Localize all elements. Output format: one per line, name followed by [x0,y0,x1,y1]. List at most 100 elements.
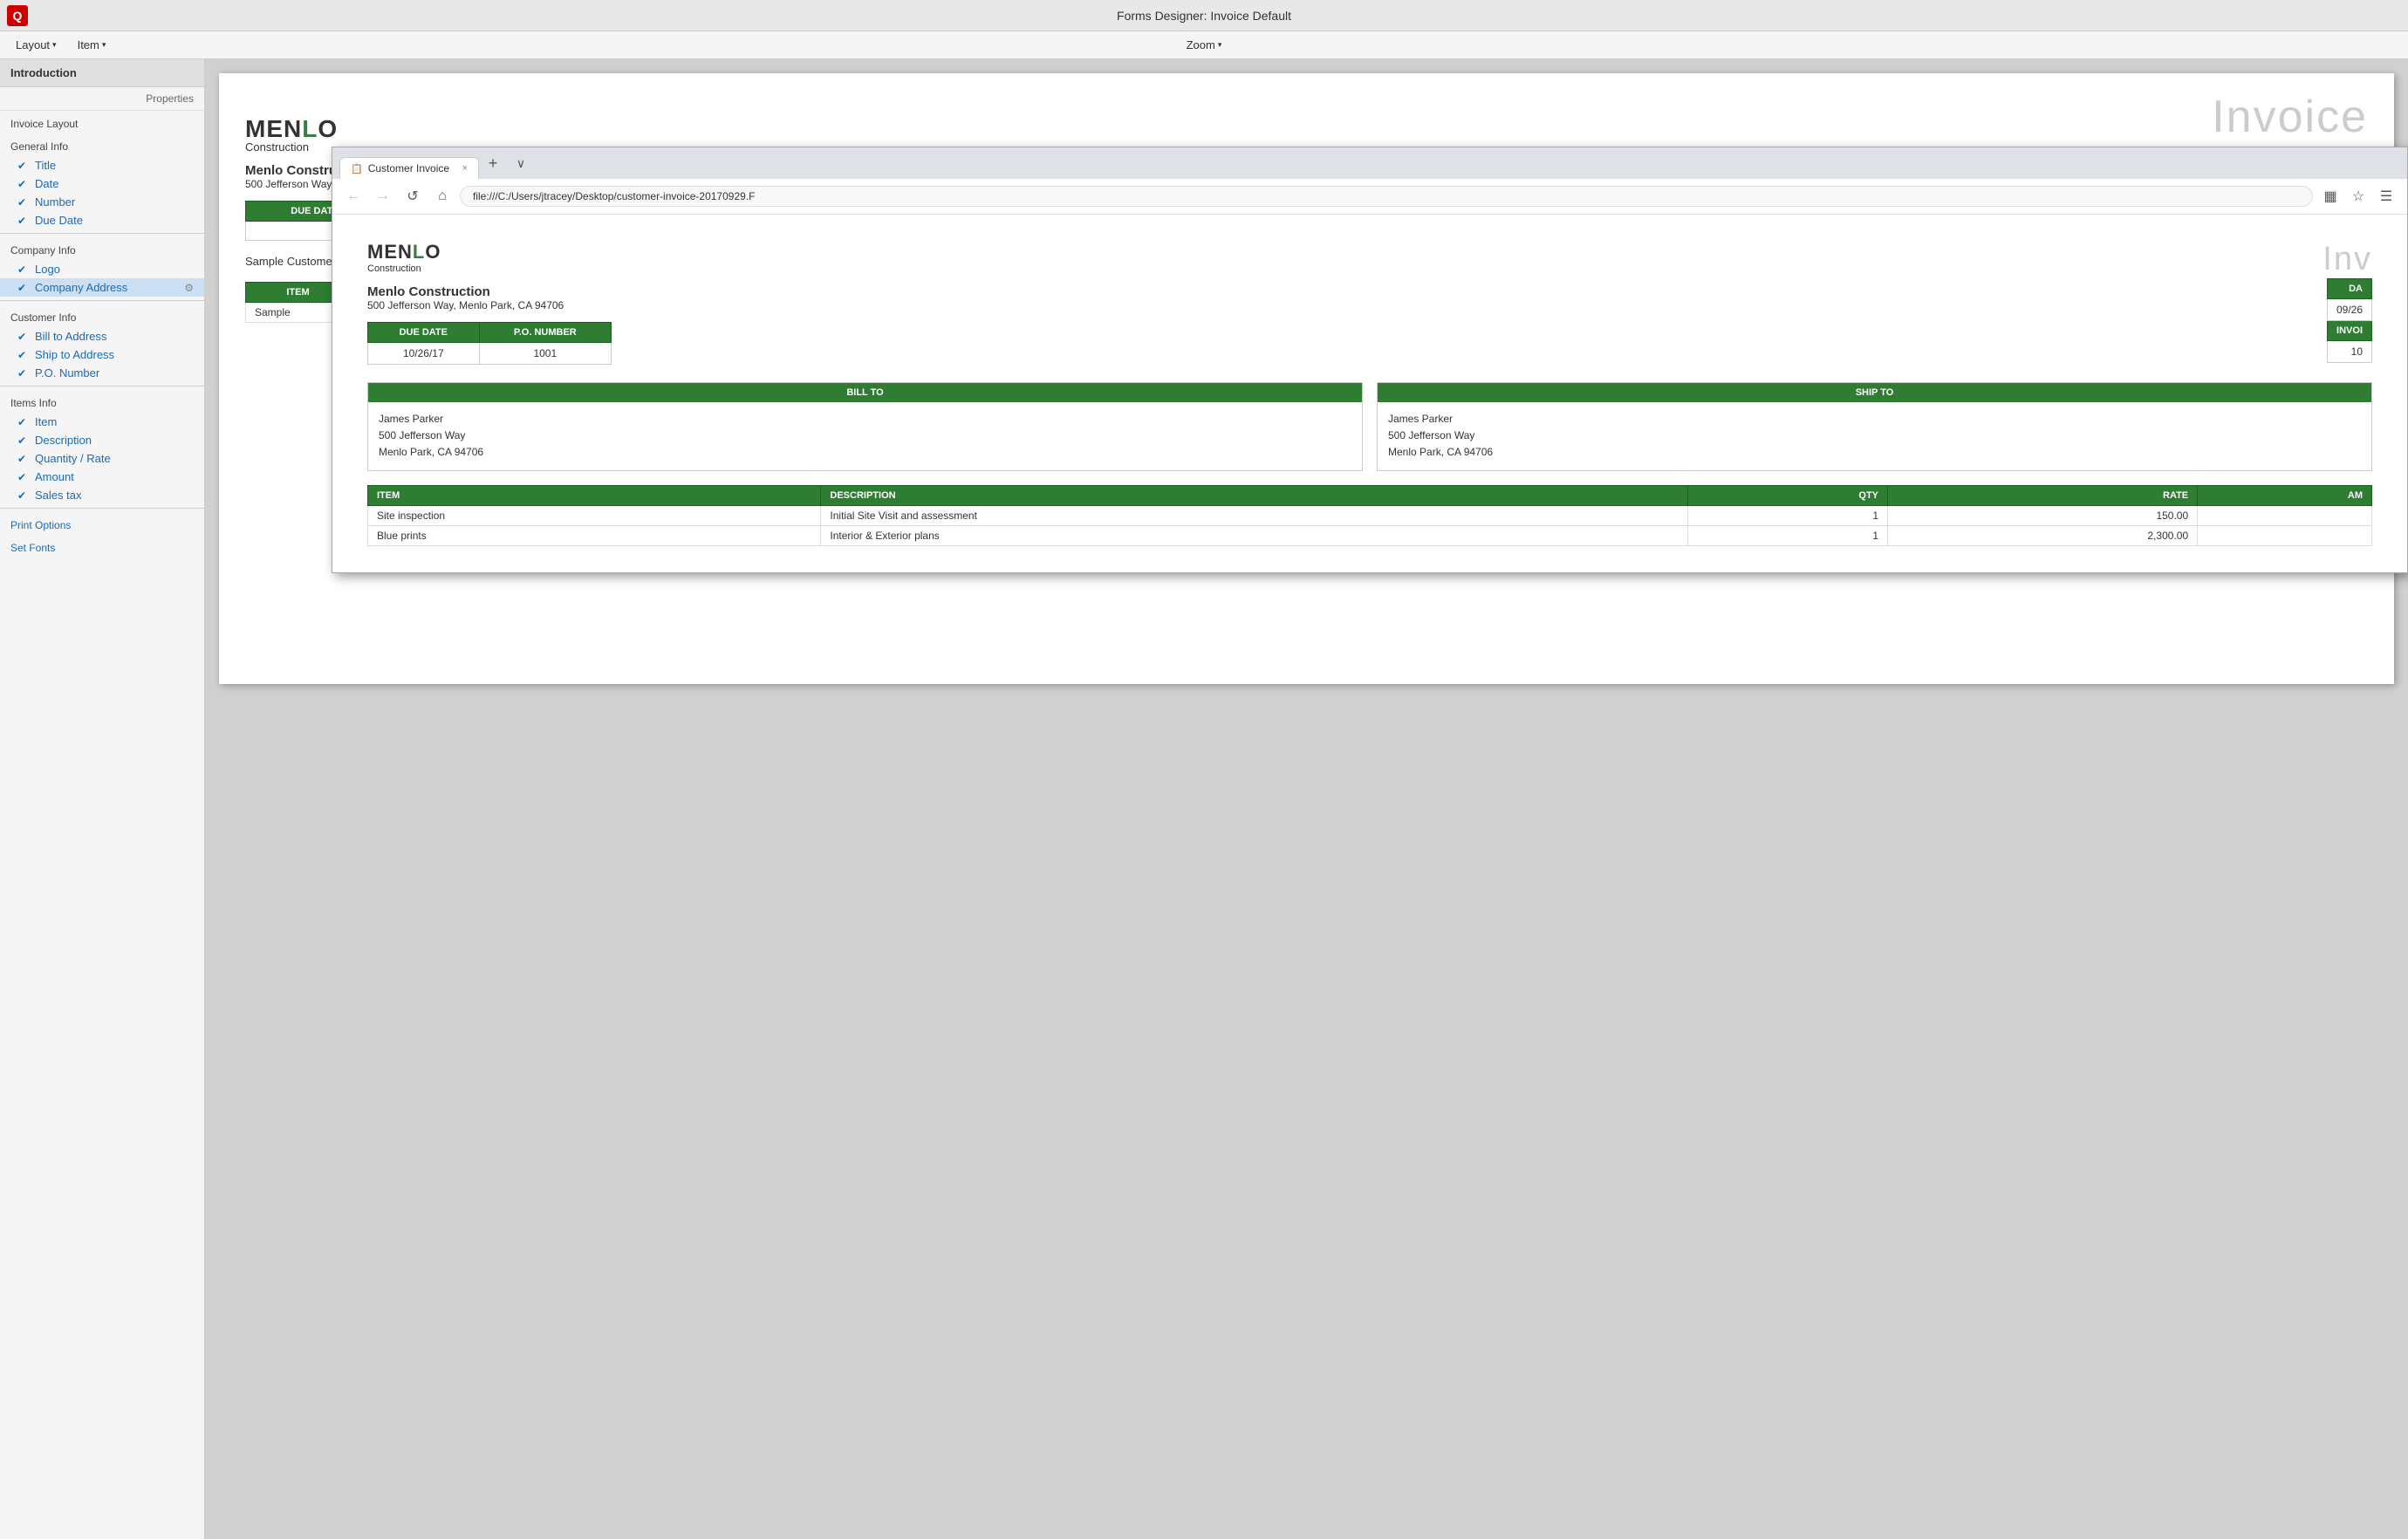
nav-qty-rate[interactable]: ✔ Quantity / Rate [0,449,204,468]
col-description: DESCRIPTION [821,485,1688,505]
ship-to-address2: Menlo Park, CA 94706 [1388,444,2361,461]
check-icon-company-address: ✔ [17,282,30,294]
section-general-info: General Info [0,133,204,156]
col-rate: RATE [1888,485,2198,505]
main-layout: Introduction Properties Invoice Layout G… [0,59,2408,1539]
check-icon-sales-tax: ✔ [17,489,30,502]
settings-button[interactable]: ☰ [2374,184,2398,209]
bill-to-address2: Menlo Park, CA 94706 [379,444,1351,461]
reload-button[interactable]: ↺ [400,184,425,209]
layout-menu[interactable]: Layout ▾ [7,35,65,55]
new-tab-button[interactable]: + [481,151,505,175]
section-invoice-layout: Invoice Layout [0,111,204,133]
col-qty: QTY [1688,485,1888,505]
separator-1 [0,233,204,234]
invoice-title-browser: Inv [2322,241,2372,278]
ship-to-name: James Parker [1388,411,2361,428]
bill-to-address1: 500 Jefferson Way [379,428,1351,444]
separator-4 [0,508,204,509]
left-panel: Introduction Properties Invoice Layout G… [0,59,205,1539]
ship-to-block: SHIP TO James Parker 500 Jefferson Way M… [1377,382,2372,471]
item-menu[interactable]: Item ▾ [69,35,115,55]
section-customer-info: Customer Info [0,304,204,327]
row2-desc: Interior & Exterior plans [821,525,1688,545]
nav-bill-to[interactable]: ✔ Bill to Address [0,327,204,345]
nav-due-date[interactable]: ✔ Due Date [0,211,204,229]
zoom-menu-chevron: ▾ [1218,40,1222,50]
check-icon-po-number: ✔ [17,367,30,380]
check-icon-item: ✔ [17,416,30,428]
forward-button[interactable]: → [371,184,395,209]
section-company-info: Company Info [0,237,204,260]
row2-rate: 2,300.00 [1888,525,2198,545]
browser-tab-active[interactable]: 📋 Customer Invoice × [339,157,479,179]
bill-to-block: BILL TO James Parker 500 Jefferson Way M… [367,382,1363,471]
item-menu-chevron: ▾ [102,40,106,50]
nav-date[interactable]: ✔ Date [0,174,204,193]
due-date-table: DUE DATE P.O. NUMBER 10/26/17 1001 [367,322,612,365]
row1-qty: 1 [1688,505,1888,525]
nav-sales-tax[interactable]: ✔ Sales tax [0,486,204,504]
menu-bar: Layout ▾ Item ▾ Zoom ▾ [0,31,2408,59]
bill-to-name: James Parker [379,411,1351,428]
nav-description[interactable]: ✔ Description [0,431,204,449]
title-bar: Q Forms Designer: Invoice Default [0,0,2408,31]
panel-header: Introduction [0,59,204,87]
check-icon-ship-to: ✔ [17,349,30,361]
nav-title[interactable]: ✔ Title [0,156,204,174]
address-bar[interactable] [460,186,2313,207]
nav-company-address[interactable]: ✔ Company Address ⚙ [0,278,204,297]
table-row: Site inspection Initial Site Visit and a… [368,505,2372,525]
check-icon-amount: ✔ [17,471,30,483]
invoice-content: MENLO Construction Menlo Construction 50… [332,215,2407,572]
row1-desc: Initial Site Visit and assessment [821,505,1688,525]
tab-icon: 📋 [351,163,363,174]
home-button[interactable]: ⌂ [430,184,455,209]
properties-label: Properties [0,87,204,111]
nav-amount[interactable]: ✔ Amount [0,468,204,486]
row1-item: Site inspection [368,505,821,525]
browser-tab-bar: 📋 Customer Invoice × + ∨ [332,147,2407,179]
row2-item: Blue prints [368,525,821,545]
zoom-menu[interactable]: Zoom ▾ [1178,35,1231,55]
invoice-header-row: MENLO Construction Menlo Construction 50… [367,241,2372,365]
check-icon-description: ✔ [17,434,30,447]
section-print-options[interactable]: Print Options [0,512,204,535]
nav-item[interactable]: ✔ Item [0,413,204,431]
check-icon-number: ✔ [17,196,30,209]
nav-logo[interactable]: ✔ Logo [0,260,204,278]
gear-icon[interactable]: ⚙ [184,282,194,294]
app-icon: Q [7,5,28,26]
favorite-button[interactable]: ☆ [2346,184,2370,209]
invoice-info-block: Inv DA 09/26 INVOI [2322,241,2372,363]
row1-amount [2198,505,2372,525]
check-icon-date: ✔ [17,178,30,190]
invoice-company-name: Menlo Construction [367,284,2322,299]
table-row: Blue prints Interior & Exterior plans 1 … [368,525,2372,545]
canvas-area: Invoice MENLO Construction Menlo Constru… [205,59,2408,1539]
check-icon-title: ✔ [17,160,30,172]
tab-close-button[interactable]: × [462,163,468,174]
company-info-block: MENLO Construction Menlo Construction 50… [367,241,2322,365]
nav-number[interactable]: ✔ Number [0,193,204,211]
separator-2 [0,300,204,301]
items-table: ITEM DESCRIPTION QTY RATE AM Site inspec… [367,485,2372,546]
col-amount: AM [2198,485,2372,505]
more-tabs-button[interactable]: ∨ [509,151,533,175]
nav-ship-to[interactable]: ✔ Ship to Address [0,345,204,364]
section-set-fonts[interactable]: Set Fonts [0,535,204,557]
ship-to-header: SHIP TO [1378,383,2371,402]
row2-qty: 1 [1688,525,1888,545]
browser-nav: ← → ↺ ⌂ ▦ ☆ ☰ [332,179,2407,215]
layout-menu-chevron: ▾ [52,40,57,50]
nav-po-number[interactable]: ✔ P.O. Number [0,364,204,382]
row1-rate: 150.00 [1888,505,2198,525]
tab-label: Customer Invoice [368,162,449,174]
check-icon-bill-to: ✔ [17,331,30,343]
back-button[interactable]: ← [341,184,366,209]
col-item: ITEM [368,485,821,505]
bookmark-list-button[interactable]: ▦ [2318,184,2343,209]
items-table-body: Site inspection Initial Site Visit and a… [368,505,2372,545]
browser-actions: ▦ ☆ ☰ [2318,184,2398,209]
ship-to-body: James Parker 500 Jefferson Way Menlo Par… [1378,402,2371,470]
